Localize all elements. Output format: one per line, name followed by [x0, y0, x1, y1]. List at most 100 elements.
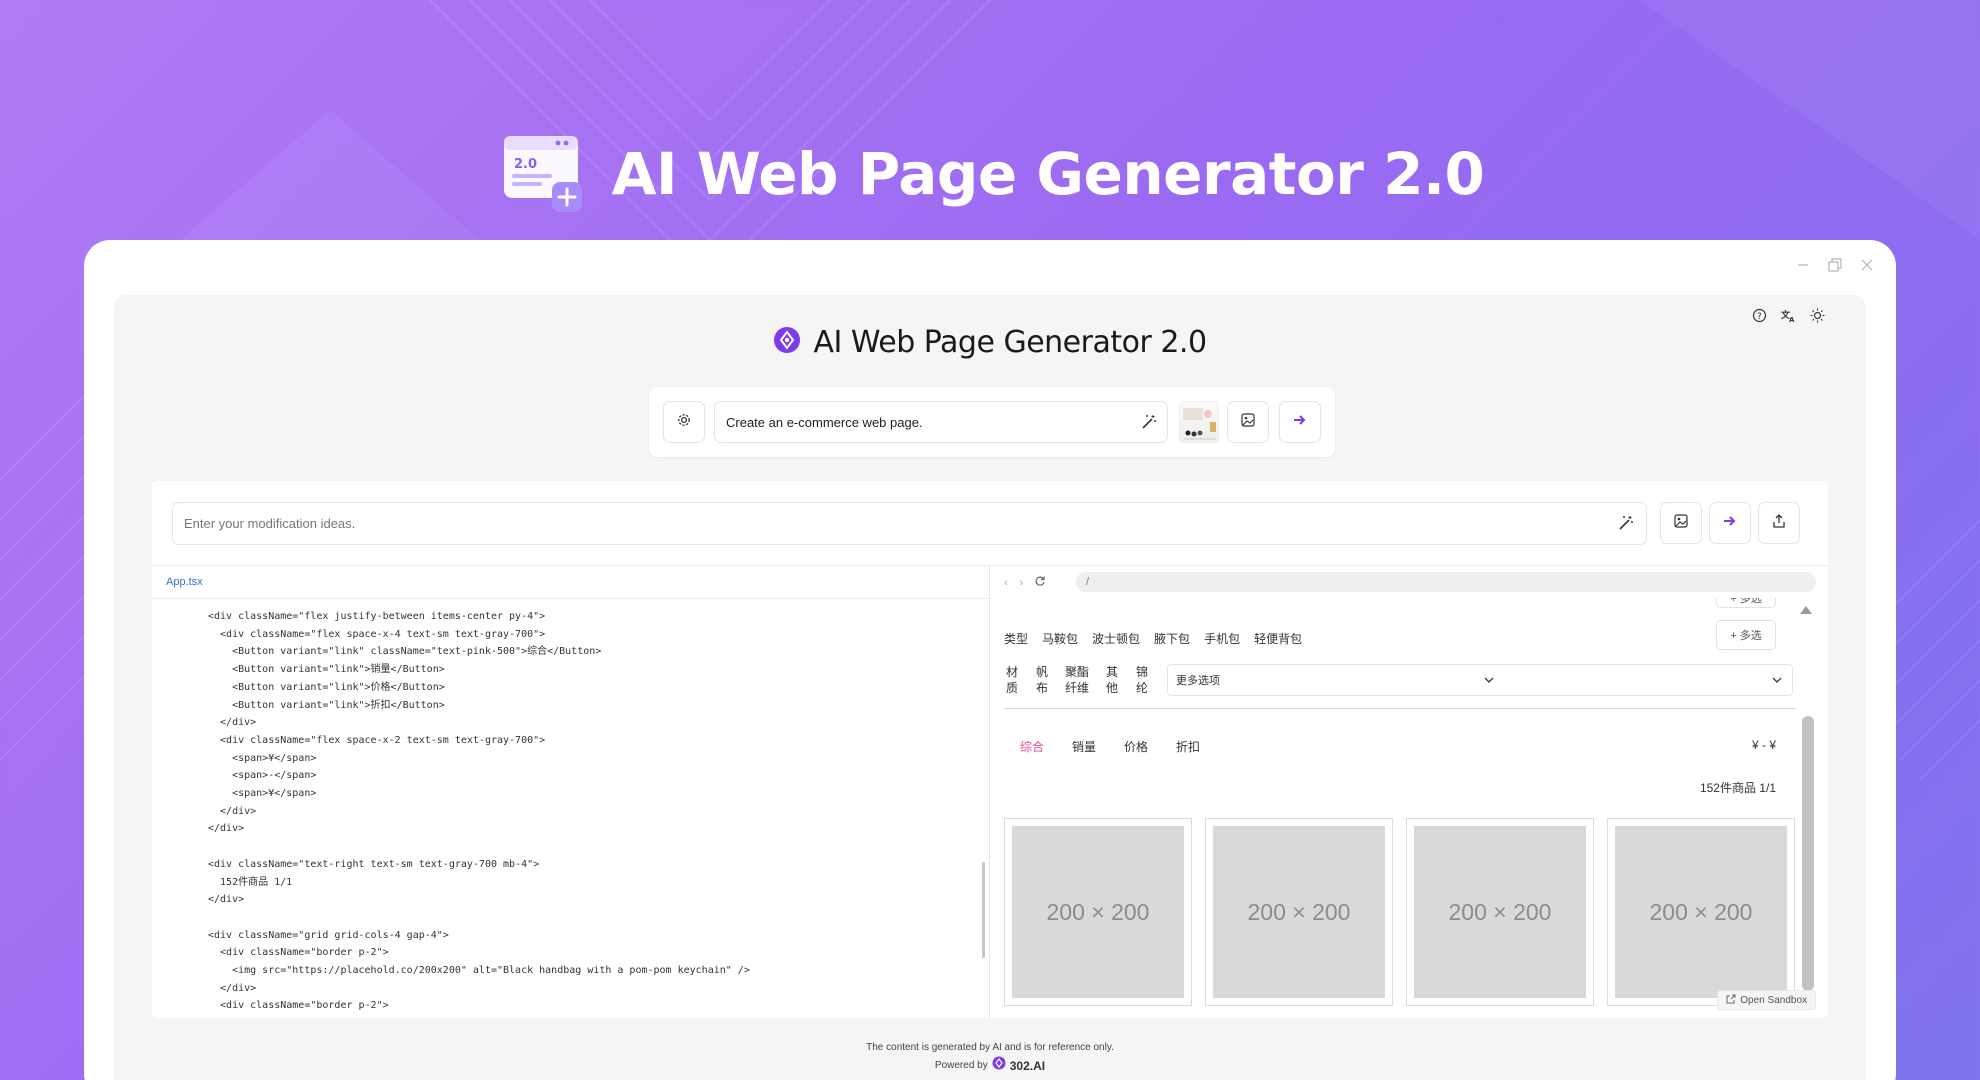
upload-image-button[interactable] — [1660, 502, 1702, 544]
product-card[interactable]: 200 × 200 — [1406, 818, 1594, 1006]
upload-image-button[interactable] — [1227, 401, 1269, 443]
close-icon[interactable] — [1860, 258, 1874, 272]
category-option[interactable]: 波士顿包 — [1092, 630, 1140, 647]
app-window: ? 文A AI Web Page Generator 2.0 Create an… — [84, 240, 1896, 1080]
code-line: <div className="flex space-x-4 text-sm t… — [208, 628, 546, 640]
code-line: <div className="border p-2"> — [208, 947, 389, 959]
product-card[interactable]: 200 × 200 — [1205, 818, 1393, 1006]
modification-placeholder: Enter your modification ideas. — [184, 516, 356, 531]
preview-nav: ‹ › — [1004, 576, 1045, 589]
arrow-right-icon — [1723, 514, 1737, 532]
code-line: <div className="flex justify-between ite… — [208, 611, 546, 622]
image-icon — [1674, 513, 1688, 533]
svg-text:A: A — [1789, 316, 1795, 323]
more-select-button[interactable]: + 多选 — [1716, 598, 1776, 608]
category-option[interactable]: 马鞍包 — [1042, 630, 1078, 647]
image-icon — [1241, 412, 1255, 432]
modification-input[interactable]: Enter your modification ideas. — [172, 502, 1647, 545]
prompt-text: Create an e-commerce web page. — [726, 414, 923, 430]
code-line: <span>-</span> — [208, 770, 317, 782]
code-line: </div> — [208, 805, 257, 817]
sort-tab-comprehensive[interactable]: 综合 — [1020, 738, 1044, 755]
preview-scrollbar[interactable] — [1802, 716, 1814, 991]
app-logo-icon: 2.0 — [496, 128, 586, 219]
external-link-icon — [1726, 994, 1736, 1007]
forward-icon[interactable]: › — [1020, 577, 1024, 589]
code-line: 152件商品 1/1 — [208, 876, 293, 888]
share-button[interactable] — [1758, 502, 1800, 544]
category-option[interactable]: 腋下包 — [1154, 630, 1190, 647]
theme-sun-icon[interactable] — [1809, 307, 1826, 324]
top-toolbar: ? 文A — [1751, 307, 1826, 324]
sort-tab-discount[interactable]: 折扣 — [1176, 738, 1200, 755]
product-card[interactable]: 200 × 200 — [1607, 818, 1795, 1006]
brand-name[interactable]: 302.AI — [1010, 1058, 1045, 1074]
prompt-input[interactable]: Create an e-commerce web page. — [714, 401, 1168, 443]
category-option[interactable]: 手机包 — [1204, 630, 1240, 647]
code-editor[interactable]: <div className="flex justify-between ite… — [208, 608, 750, 1015]
code-line: <span>¥</span> — [208, 788, 317, 800]
chevron-down-icon — [1772, 675, 1782, 687]
minimize-icon[interactable] — [1796, 258, 1810, 272]
window-controls — [1796, 258, 1874, 272]
code-line: <Button variant="link">折扣</Button> — [208, 699, 445, 711]
code-line: <div className="grid grid-cols-4 gap-4"> — [208, 929, 449, 941]
material-option[interactable]: 聚酯纤维 — [1064, 664, 1090, 696]
hero-header: 2.0 AI Web Page Generator 2.0 — [0, 128, 1980, 219]
editor-panel: Enter your modification ideas. App.tsx <… — [152, 481, 1828, 1018]
material-option[interactable]: 其他 — [1104, 664, 1120, 696]
sort-tabs: 综合 销量 价格 折扣 — [1020, 738, 1200, 755]
hero-title: AI Web Page Generator 2.0 — [611, 139, 1485, 208]
app-header: AI Web Page Generator 2.0 — [114, 325, 1866, 360]
brand-logo-icon — [773, 326, 801, 359]
help-icon[interactable]: ? — [1751, 307, 1768, 324]
svg-text:?: ? — [1757, 312, 1762, 322]
chevron-down-icon — [1484, 675, 1494, 687]
product-grid: 200 × 200 200 × 200 200 × 200 200 × 200 — [1004, 818, 1795, 1006]
url-bar[interactable]: / — [1076, 572, 1816, 592]
powered-by-label: Powered by — [934, 1060, 988, 1071]
arrow-right-icon — [1293, 413, 1307, 431]
more-options-select[interactable]: 更多选项 — [1167, 664, 1793, 696]
material-option[interactable]: 锦纶 — [1134, 664, 1150, 696]
scroll-up-icon[interactable] — [1800, 606, 1812, 614]
reference-image-thumbnail[interactable] — [1179, 401, 1219, 443]
code-line: <span>¥</span> — [208, 752, 317, 764]
brand-logo-icon — [992, 1056, 1006, 1076]
disclaimer-text: The content is generated by AI and is fo… — [866, 1042, 1114, 1053]
product-card[interactable]: 200 × 200 — [1004, 818, 1192, 1006]
price-range: ¥ - ¥ — [1751, 738, 1776, 752]
code-line: <Button variant="link" className="text-p… — [208, 646, 602, 658]
sort-tab-sales[interactable]: 销量 — [1072, 738, 1096, 755]
sort-tab-price[interactable]: 价格 — [1124, 738, 1148, 755]
prompt-bar: Create an e-commerce web page. — [649, 387, 1335, 457]
divider — [152, 598, 990, 599]
material-filter-row: 材质 帆布 聚酯纤维 其他 锦纶 — [1004, 664, 1150, 696]
settings-button[interactable] — [663, 401, 705, 443]
submit-modification-button[interactable] — [1709, 502, 1751, 544]
category-option[interactable]: 轻便背包 — [1254, 630, 1302, 647]
code-line: <Button variant="link">销量</Button> — [208, 664, 445, 676]
code-pane: App.tsx <div className="flex justify-bet… — [152, 566, 990, 1018]
open-sandbox-button[interactable]: Open Sandbox — [1717, 990, 1816, 1010]
generate-button[interactable] — [1279, 401, 1321, 443]
product-image-placeholder: 200 × 200 — [1012, 826, 1184, 998]
file-tab-app[interactable]: App.tsx — [166, 576, 203, 588]
divider — [1004, 708, 1796, 709]
translate-icon[interactable]: 文A — [1780, 307, 1797, 324]
magic-wand-icon[interactable] — [1141, 414, 1157, 433]
product-image-placeholder: 200 × 200 — [1213, 826, 1385, 998]
code-scrollbar[interactable] — [982, 862, 985, 958]
filter-label: 类型 — [1004, 632, 1029, 646]
powered-by: Powered by 302.AI — [114, 1056, 1866, 1076]
app-canvas: ? 文A AI Web Page Generator 2.0 Create an… — [114, 295, 1866, 1080]
product-image-placeholder: 200 × 200 — [1414, 826, 1586, 998]
more-select-button[interactable]: + 多选 — [1716, 620, 1776, 650]
magic-wand-icon[interactable] — [1618, 515, 1634, 534]
material-option[interactable]: 帆布 — [1034, 664, 1050, 696]
restore-icon[interactable] — [1828, 258, 1842, 272]
back-icon[interactable]: ‹ — [1004, 577, 1008, 589]
product-count: 152件商品 1/1 — [1699, 781, 1776, 795]
refresh-icon[interactable] — [1035, 576, 1045, 589]
